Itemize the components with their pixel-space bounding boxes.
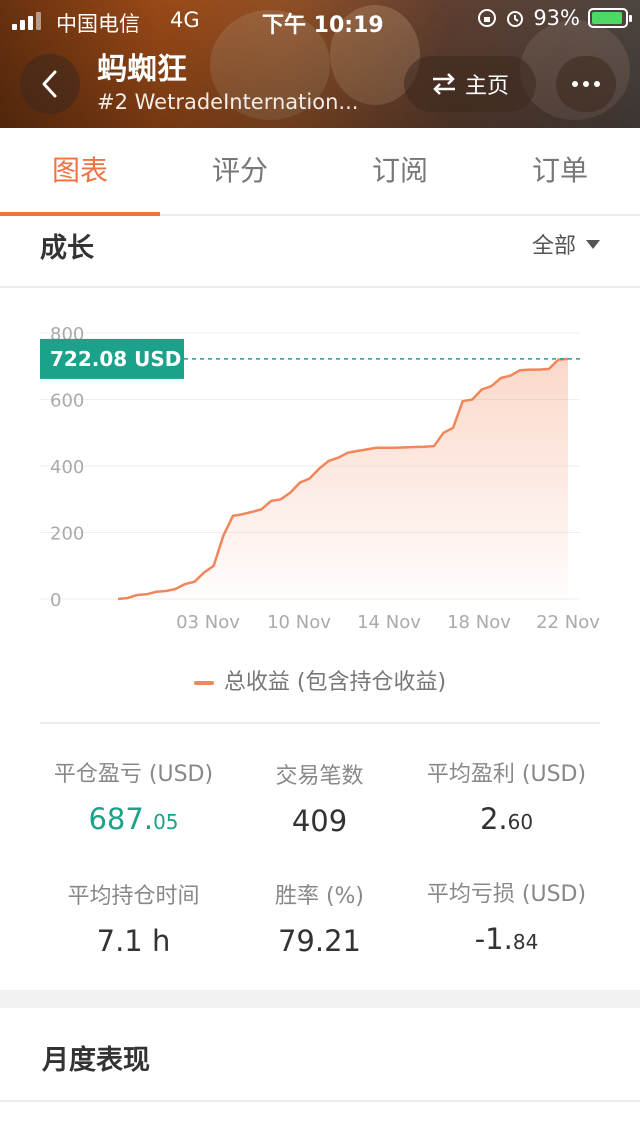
stat-value: 409	[291, 804, 348, 838]
section-divider	[0, 1100, 640, 1102]
stat-closed-pnl: 平仓盈亏 (USD) 687.05	[27, 756, 240, 836]
x-tick-label: 14 Nov	[357, 612, 421, 633]
period-filter-dropdown[interactable]: 全部	[532, 228, 600, 260]
tab-bar: 图表 评分 订阅 订单	[0, 128, 640, 216]
carrier-name: 中国电信	[56, 12, 140, 36]
chart-legend: 总收益 (包含持仓收益)	[0, 664, 640, 696]
clock: 下午 10:19	[262, 13, 384, 38]
stat-win-rate: 胜率 (%) 79.21	[213, 878, 426, 958]
battery-percent: 93%	[533, 6, 580, 30]
growth-chart[interactable]: 8006004002000 03 Nov 10 Nov 14 Nov 18 Nov 22…	[0, 300, 640, 640]
y-tick-label: 0	[50, 590, 61, 611]
current-value-label: 722.08 USD	[50, 347, 181, 371]
stat-value: 687.05	[88, 802, 179, 836]
swap-icon	[432, 73, 455, 95]
tab-orders[interactable]: 订单	[480, 128, 640, 214]
x-tick-label: 22 Nov	[536, 612, 600, 633]
stat-label: 交易笔数	[275, 764, 364, 789]
profile-header: 中国电信 4G 下午 10:19 93% 蚂蜘狂 #2 WetradeInter…	[0, 0, 640, 128]
y-tick-label: 200	[50, 524, 84, 545]
tab-rating[interactable]: 评分	[160, 128, 320, 214]
home-button[interactable]: 主页	[404, 56, 536, 112]
x-tick-label: 03 Nov	[176, 612, 240, 633]
section-separator	[0, 990, 640, 1008]
stat-value: 2.60	[479, 802, 534, 836]
more-dot-icon	[594, 81, 600, 87]
more-button[interactable]	[556, 56, 616, 112]
legend-label: 总收益 (包含持仓收益)	[223, 670, 447, 695]
stat-value: -1.84	[474, 922, 539, 956]
stat-label: 平仓盈亏 (USD)	[53, 762, 214, 787]
growth-title: 成长	[40, 233, 94, 264]
x-tick-label: 10 Nov	[267, 612, 331, 633]
tab-subscribe[interactable]: 订阅	[320, 128, 480, 214]
legend-swatch	[193, 681, 214, 685]
network-type: 4G	[170, 8, 200, 32]
stat-trade-count: 交易笔数 409	[213, 758, 426, 838]
y-tick-label: 400	[50, 457, 84, 478]
growth-area-fill	[118, 358, 568, 599]
battery-icon	[588, 8, 632, 28]
alarm-icon	[507, 11, 524, 27]
tab-chart[interactable]: 图表	[0, 128, 160, 216]
stat-avg-loss: 平均亏损 (USD) -1.84	[400, 876, 613, 956]
growth-section-header: 成长 全部	[0, 216, 640, 288]
y-tick-label: 600	[50, 391, 84, 412]
status-bar: 中国电信 4G 下午 10:19 93%	[0, 0, 640, 40]
signal-icon	[12, 12, 41, 30]
section-divider	[40, 722, 600, 724]
x-tick-label: 18 Nov	[447, 612, 511, 633]
stat-label: 平均持仓时间	[67, 884, 200, 909]
trader-name: 蚂蜘狂	[97, 52, 187, 87]
stat-avg-profit: 平均盈利 (USD) 2.60	[400, 756, 613, 836]
period-filter-value: 全部	[531, 234, 576, 259]
trader-rank-account: #2 WetradeInternation...	[97, 90, 359, 114]
monthly-performance-title[interactable]: 月度表现	[42, 1038, 150, 1077]
stat-label: 平均盈利 (USD)	[426, 762, 587, 787]
stat-value: 7.1 h	[96, 924, 171, 958]
more-dot-icon	[572, 81, 578, 87]
stat-value: 79.21	[277, 924, 362, 958]
more-dot-icon	[583, 81, 589, 87]
rotation-lock-icon	[478, 9, 497, 27]
caret-down-icon	[586, 239, 600, 249]
stat-avg-hold-time: 平均持仓时间 7.1 h	[27, 878, 240, 958]
stat-label: 平均亏损 (USD)	[426, 882, 587, 907]
stat-label: 胜率 (%)	[274, 884, 365, 909]
chevron-left-icon	[42, 70, 57, 98]
home-button-label: 主页	[464, 74, 509, 99]
back-button[interactable]	[20, 54, 80, 114]
